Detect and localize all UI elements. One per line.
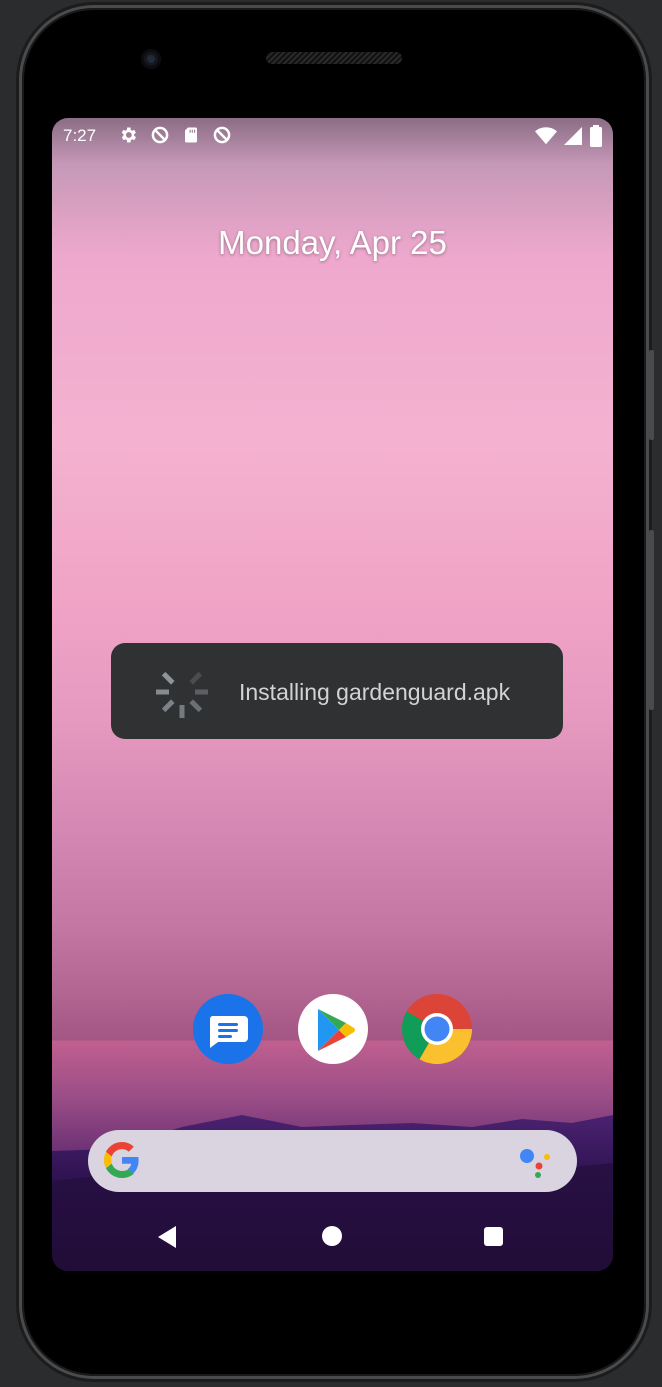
- google-assistant-icon[interactable]: [519, 1146, 555, 1178]
- play-store-icon: [318, 1009, 355, 1051]
- status-bar: 7:27: [52, 118, 613, 152]
- gear-icon: [121, 127, 136, 143]
- no-entry-icon: [213, 126, 231, 144]
- date-label[interactable]: Monday, Apr 25: [52, 224, 613, 262]
- navigation-bar: [52, 1201, 613, 1271]
- no-entry-icon: [151, 126, 169, 144]
- back-icon[interactable]: [158, 1226, 178, 1248]
- recents-icon[interactable]: [484, 1227, 503, 1246]
- google-search-bar[interactable]: [88, 1130, 577, 1192]
- app-dock: [52, 994, 613, 1066]
- home-icon[interactable]: [322, 1226, 342, 1246]
- loading-spinner-icon: [156, 666, 208, 718]
- google-g-icon: [104, 1142, 139, 1178]
- battery-icon: [590, 125, 602, 147]
- install-toast: Installing gardenguard.apk: [111, 643, 563, 739]
- power-button[interactable]: [649, 530, 654, 710]
- status-time: 7:27: [63, 126, 97, 145]
- earpiece-speaker: [266, 52, 402, 64]
- volume-button[interactable]: [649, 350, 654, 440]
- wifi-icon: [535, 127, 557, 145]
- signal-icon: [564, 127, 582, 145]
- front-camera: [141, 49, 161, 69]
- home-screen: 7:27 Monday, Apr 25 Installing gardengua…: [52, 118, 613, 1271]
- toast-message: Installing gardenguard.apk: [239, 679, 511, 705]
- chrome-icon: [402, 994, 472, 1064]
- play-store-app[interactable]: [298, 994, 368, 1064]
- messages-icon: [209, 1016, 248, 1048]
- messages-app[interactable]: [193, 994, 263, 1064]
- chrome-app[interactable]: [402, 994, 472, 1064]
- sd-card-icon: [185, 127, 197, 143]
